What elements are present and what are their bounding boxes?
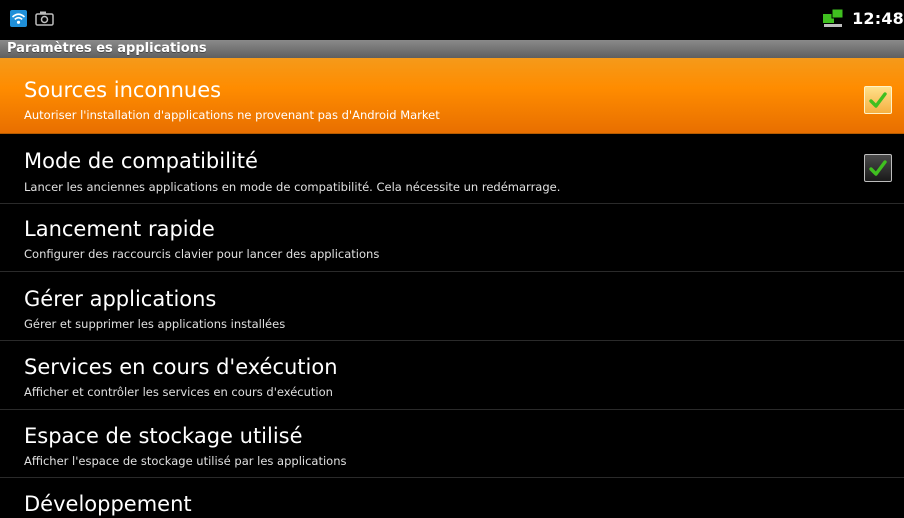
setting-summary: Afficher l'espace de stockage utilisé pa… — [24, 454, 347, 468]
setting-manage-applications[interactable]: Gérer applications Gérer et supprimer le… — [0, 272, 904, 341]
setting-title: Sources inconnues — [24, 78, 222, 102]
setting-summary: Afficher et contrôler les services en co… — [24, 385, 333, 399]
setting-title: Développement — [24, 492, 192, 516]
checkmark-icon — [869, 92, 887, 108]
setting-title: Gérer applications — [24, 287, 217, 311]
page-title: Paramètres es applications — [7, 41, 207, 56]
setting-title: Espace de stockage utilisé — [24, 424, 303, 448]
network-sync-icon — [822, 8, 844, 28]
setting-summary: Lancer les anciennes applications en mod… — [24, 180, 561, 194]
setting-summary: Autoriser l'installation d'applications … — [24, 108, 440, 122]
setting-quick-launch[interactable]: Lancement rapide Configurer des raccourc… — [0, 204, 904, 272]
setting-compatibility-mode[interactable]: Mode de compatibilité Lancer les ancienn… — [0, 134, 904, 204]
unknown-sources-checkbox[interactable] — [864, 86, 892, 114]
camera-icon — [35, 10, 54, 27]
setting-running-services[interactable]: Services en cours d'exécution Afficher e… — [0, 341, 904, 410]
checkmark-icon — [869, 160, 887, 176]
setting-storage-use[interactable]: Espace de stockage utilisé Afficher l'es… — [0, 410, 904, 478]
clock: 12:48 — [852, 8, 904, 28]
compatibility-mode-checkbox[interactable] — [864, 154, 892, 182]
setting-development[interactable]: Développement — [0, 478, 904, 518]
status-bar: 12:48 — [0, 0, 904, 40]
setting-title: Mode de compatibilité — [24, 149, 258, 173]
setting-summary: Configurer des raccourcis clavier pour l… — [24, 247, 380, 261]
setting-unknown-sources[interactable]: Sources inconnues Autoriser l'installati… — [0, 58, 904, 134]
setting-summary: Gérer et supprimer les applications inst… — [24, 317, 286, 331]
setting-title: Services en cours d'exécution — [24, 355, 338, 379]
notification-area[interactable] — [10, 10, 54, 27]
title-bar: Paramètres es applications — [0, 40, 904, 58]
setting-title: Lancement rapide — [24, 217, 215, 241]
wifi-icon — [10, 10, 27, 27]
